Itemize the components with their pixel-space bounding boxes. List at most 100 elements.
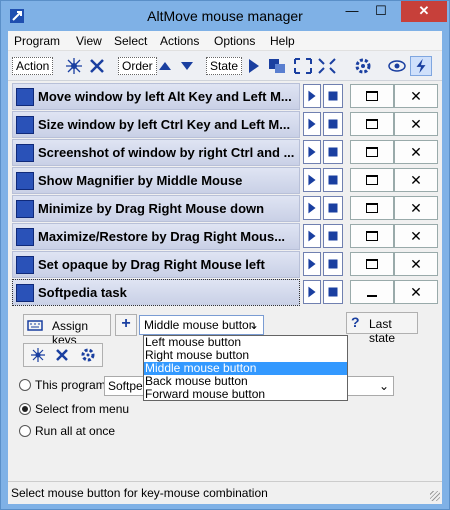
play-icon[interactable]	[303, 84, 321, 108]
play-icon[interactable]	[303, 280, 321, 304]
menu-program[interactable]: Program	[14, 34, 60, 48]
play-icon[interactable]	[303, 112, 321, 136]
screenshot-icon	[16, 144, 34, 162]
assign-keys-button[interactable]: Assign keys	[23, 314, 111, 347]
cascade-icon[interactable]	[266, 56, 288, 76]
deselect-icon[interactable]	[54, 347, 70, 363]
lightning-icon[interactable]	[410, 56, 432, 76]
minimize-icon	[16, 200, 34, 218]
task-item[interactable]: Minimize by Drag Right Mouse down	[12, 195, 300, 222]
select-all-icon[interactable]	[63, 56, 85, 76]
expand-icon[interactable]	[292, 56, 314, 76]
close-button[interactable]: ✕	[401, 1, 447, 22]
play-icon[interactable]	[303, 168, 321, 192]
task-label: Size window by left Ctrl Key and Left M.…	[38, 117, 291, 132]
mouse-button-select[interactable]: Middle mouse button ⌄	[139, 315, 264, 335]
stop-icon[interactable]	[323, 252, 343, 276]
task-label: Show Magnifier by Middle Mouse	[38, 173, 243, 188]
remove-button[interactable]: ✕	[394, 112, 438, 136]
radio-select-from-menu[interactable]	[19, 403, 31, 415]
task-row[interactable]: Show Magnifier by Middle Mouse ✕	[10, 167, 442, 194]
stop-icon[interactable]	[323, 280, 343, 304]
task-item[interactable]: Softpedia task	[12, 279, 300, 306]
eye-icon	[16, 256, 34, 274]
menu-options[interactable]: Options	[214, 34, 255, 48]
radio-run-all[interactable]	[19, 425, 31, 437]
play-icon[interactable]	[303, 196, 321, 220]
window-button[interactable]	[350, 168, 394, 192]
move-up-icon[interactable]	[154, 56, 176, 76]
task-row[interactable]: Maximize/Restore by Drag Right Mous... ✕	[10, 223, 442, 250]
menu-select[interactable]: Select	[114, 34, 147, 48]
remove-button[interactable]: ✕	[394, 140, 438, 164]
task-row[interactable]: Softpedia task ✕	[10, 279, 442, 306]
minimize-button[interactable]: —	[338, 1, 366, 22]
task-label: Move window by left Alt Key and Left M..…	[38, 89, 292, 104]
task-row[interactable]: Move window by left Alt Key and Left M..…	[10, 83, 442, 110]
task-label: Screenshot of window by right Ctrl and .…	[38, 145, 295, 160]
task-row[interactable]: Minimize by Drag Right Mouse down ✕	[10, 195, 442, 222]
window-button[interactable]	[350, 196, 394, 220]
maximize-button[interactable]: ☐	[367, 1, 395, 22]
remove-button[interactable]: ✕	[394, 168, 438, 192]
resize-grip-icon[interactable]	[430, 491, 440, 501]
window-button[interactable]	[350, 252, 394, 276]
option-forward-mouse[interactable]: Forward mouse button	[144, 388, 347, 401]
task-item[interactable]: Show Magnifier by Middle Mouse	[12, 167, 300, 194]
deselect-icon[interactable]	[86, 56, 108, 76]
remove-button[interactable]: ✕	[394, 280, 438, 304]
stop-icon[interactable]	[323, 112, 343, 136]
radio-this-program[interactable]	[19, 379, 31, 391]
last-state-button[interactable]: ? Last state	[346, 312, 418, 345]
task-item[interactable]: Screenshot of window by right Ctrl and .…	[12, 139, 300, 166]
maximize-icon	[16, 228, 34, 246]
collapse-icon[interactable]	[316, 56, 338, 76]
size-window-icon	[16, 116, 34, 134]
remove-button[interactable]: ✕	[394, 252, 438, 276]
stop-icon[interactable]	[323, 84, 343, 108]
task-row[interactable]: Set opaque by Drag Right Mouse left ✕	[10, 251, 442, 278]
task-row[interactable]: Screenshot of window by right Ctrl and .…	[10, 139, 442, 166]
window-button[interactable]	[350, 140, 394, 164]
stop-icon[interactable]	[323, 140, 343, 164]
task-item[interactable]: Size window by left Ctrl Key and Left M.…	[12, 111, 300, 138]
chevron-down-icon: ⌄	[248, 318, 259, 332]
task-label: Minimize by Drag Right Mouse down	[38, 201, 265, 216]
settings-gear-icon[interactable]	[352, 56, 374, 76]
menu-view[interactable]: View	[76, 34, 102, 48]
window-button[interactable]	[350, 280, 394, 304]
select-all-icon[interactable]	[30, 347, 46, 363]
play-icon[interactable]	[303, 252, 321, 276]
window-button[interactable]	[350, 112, 394, 136]
add-icon[interactable]: +	[115, 314, 137, 336]
stop-icon[interactable]	[323, 196, 343, 220]
task-item[interactable]: Maximize/Restore by Drag Right Mous...	[12, 223, 300, 250]
play-icon[interactable]	[303, 224, 321, 248]
task-label: Maximize/Restore by Drag Right Mous...	[38, 229, 286, 244]
move-down-icon[interactable]	[176, 56, 198, 76]
window-button[interactable]	[350, 84, 394, 108]
eye-icon[interactable]	[386, 56, 408, 76]
chevron-down-icon: ⌄	[378, 379, 389, 393]
remove-button[interactable]: ✕	[394, 196, 438, 220]
enable-icon[interactable]	[244, 56, 266, 76]
state-label[interactable]: State	[206, 57, 243, 75]
task-label: Softpedia task	[38, 285, 127, 300]
task-item[interactable]: Set opaque by Drag Right Mouse left	[12, 251, 300, 278]
remove-button[interactable]: ✕	[394, 84, 438, 108]
menu-help[interactable]: Help	[270, 34, 295, 48]
task-item[interactable]: Move window by left Alt Key and Left M..…	[12, 83, 300, 110]
play-icon[interactable]	[303, 140, 321, 164]
order-label[interactable]: Order	[118, 57, 157, 75]
window-button[interactable]	[350, 224, 394, 248]
remove-button[interactable]: ✕	[394, 224, 438, 248]
stop-icon[interactable]	[323, 168, 343, 192]
action-label[interactable]: Action	[12, 57, 54, 75]
mouse-button-dropdown: Left mouse button Right mouse button Mid…	[143, 335, 348, 401]
menu-actions[interactable]: Actions	[160, 34, 199, 48]
settings-gear-icon[interactable]	[80, 347, 96, 363]
title-bar[interactable]: AltMove mouse manager — ☐ ✕	[1, 1, 449, 31]
stop-icon[interactable]	[323, 224, 343, 248]
window-icon	[16, 284, 34, 302]
task-row[interactable]: Size window by left Ctrl Key and Left M.…	[10, 111, 442, 138]
